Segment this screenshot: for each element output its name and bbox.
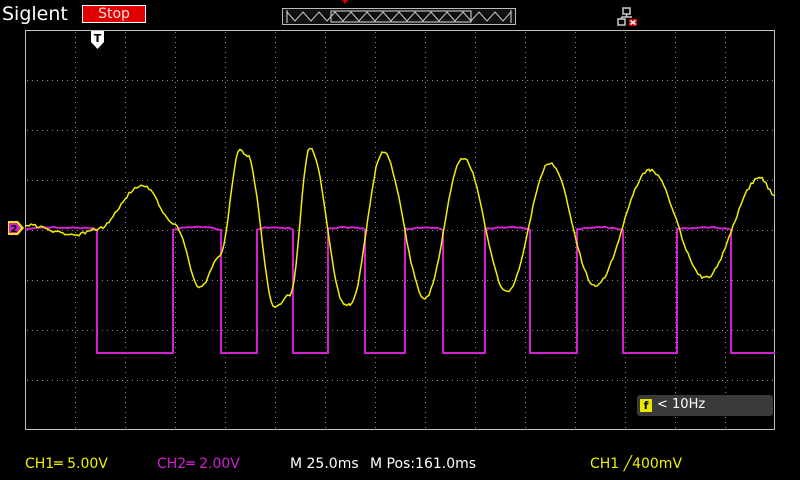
horizontal-position[interactable]: M Pos:161.0ms bbox=[370, 456, 476, 472]
channel-ground-marker-icon[interactable]: 2 bbox=[8, 221, 24, 235]
network-status-icon[interactable] bbox=[617, 7, 639, 27]
timebase[interactable]: M 25.0ms bbox=[290, 456, 359, 472]
ch1-trace bbox=[25, 149, 775, 308]
waveform-plot bbox=[25, 30, 775, 430]
svg-text:T: T bbox=[94, 32, 102, 45]
brand-logo: Siglent bbox=[2, 3, 68, 25]
ch2-trace bbox=[25, 227, 775, 353]
memory-depth-bar bbox=[282, 8, 516, 25]
trigger-marker-icon[interactable]: T bbox=[91, 31, 104, 49]
memory-depth-icon bbox=[283, 9, 515, 24]
trigger-status[interactable]: CH1 ╱400mV bbox=[590, 456, 682, 472]
svg-text:2: 2 bbox=[11, 224, 18, 235]
graticule bbox=[27, 32, 773, 428]
run-stop-indicator[interactable]: Stop bbox=[82, 5, 146, 23]
ch2-scale[interactable]: CH2═ 2.00V bbox=[157, 456, 240, 472]
status-bar: CH1═ 5.00V CH2═ 2.00V M 25.0ms M Pos:161… bbox=[0, 450, 800, 480]
ch1-scale[interactable]: CH1═ 5.00V bbox=[25, 456, 108, 472]
frequency-counter: f < 10Hz bbox=[637, 395, 773, 416]
frequency-value: < 10Hz bbox=[657, 397, 705, 412]
frequency-icon: f bbox=[640, 399, 652, 412]
top-bar: Siglent Stop bbox=[0, 0, 800, 30]
trigger-position-icon bbox=[342, 0, 348, 4]
